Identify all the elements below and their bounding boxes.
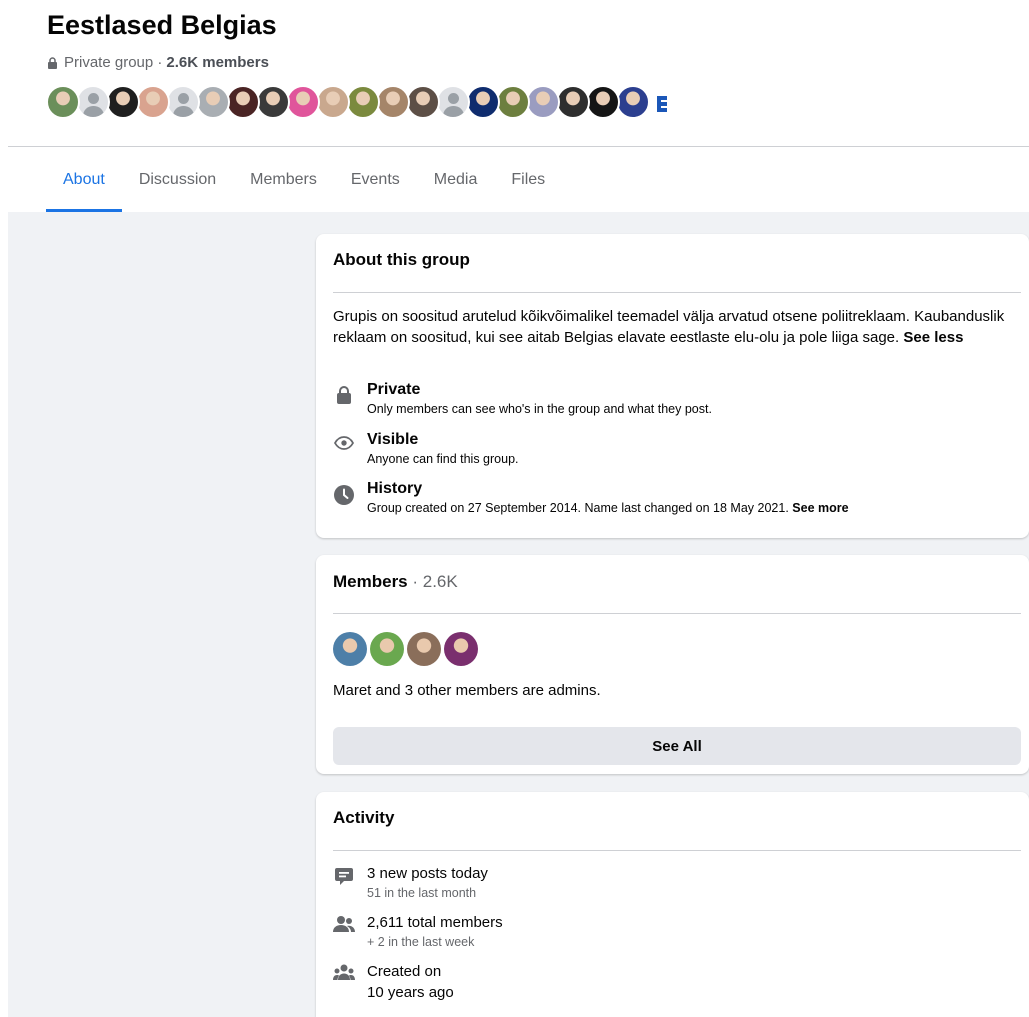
tab-events[interactable]: Events [334, 147, 417, 212]
group-description: Grupis on soositud arutelud kõikvõimalik… [333, 306, 1013, 348]
history-info: History Group created on 27 September 20… [333, 479, 849, 517]
default-avatar-icon[interactable] [76, 85, 110, 119]
admins-text: Maret and 3 other members are admins. [333, 682, 601, 699]
lock-icon [333, 386, 355, 408]
history-text: Group created on 27 September 2014. Name… [367, 501, 789, 515]
lock-icon [47, 56, 59, 69]
see-more-link[interactable]: See more [792, 501, 848, 515]
members-count: · 2.6K [412, 572, 458, 591]
member-avatar[interactable] [106, 85, 140, 119]
private-title: Private [367, 381, 421, 398]
member-avatar[interactable] [316, 85, 350, 119]
member-avatar[interactable] [466, 85, 500, 119]
activity-posts: 3 new posts today 51 in the last month [333, 863, 488, 902]
people-icon [333, 915, 355, 937]
activity-title: Activity [333, 808, 395, 827]
member-avatar[interactable] [406, 85, 440, 119]
member-avatar[interactable] [196, 85, 230, 119]
history-title: History [367, 480, 423, 497]
member-avatar[interactable] [526, 85, 560, 119]
tab-media[interactable]: Media [417, 147, 495, 212]
private-text: Only members can see who's in the group … [367, 402, 712, 416]
member-avatar[interactable] [616, 85, 650, 119]
member-avatar[interactable] [226, 85, 260, 119]
default-avatar-icon[interactable] [436, 85, 470, 119]
member-avatar[interactable] [586, 85, 620, 119]
admin-avatar[interactable] [333, 632, 367, 666]
members-card: Members · 2.6K Maret and 3 other members… [316, 555, 1029, 774]
about-title: About this group [333, 250, 470, 269]
group-tabs: About Discussion Members Events Media Files [46, 147, 562, 212]
history-text-line: Group created on 27 September 2014. Name… [367, 499, 849, 517]
member-avatars[interactable] [46, 85, 680, 119]
created-sub: 10 years ago [367, 984, 454, 1001]
members-total-title: 2,611 total members [367, 914, 503, 931]
members-total-sub: + 2 in the last week [367, 935, 475, 949]
admin-avatar[interactable] [407, 632, 441, 666]
eye-icon [333, 436, 355, 458]
admin-avatars [333, 632, 481, 666]
members-title-line: Members · 2.6K [333, 572, 458, 592]
admin-avatar[interactable] [444, 632, 478, 666]
members-title: Members [333, 572, 408, 591]
member-avatar[interactable] [136, 85, 170, 119]
logo-avatar[interactable] [646, 85, 680, 119]
group-header: Eestlased Belgias Private group · 2.6K m… [0, 0, 1029, 212]
activity-card: Activity 3 new posts today 51 in the las… [316, 792, 1029, 1017]
group-meta: Private group · 2.6K members [47, 54, 269, 71]
member-count-link[interactable]: 2.6K members [166, 54, 269, 71]
divider [333, 613, 1021, 614]
privacy-label: Private group · [64, 54, 163, 71]
tab-discussion[interactable]: Discussion [122, 147, 233, 212]
member-avatar[interactable] [256, 85, 290, 119]
member-avatar[interactable] [286, 85, 320, 119]
see-all-button[interactable]: See All [333, 727, 1021, 765]
member-avatar[interactable] [556, 85, 590, 119]
about-card: About this group Grupis on soositud arut… [316, 234, 1029, 538]
tab-about[interactable]: About [46, 147, 122, 212]
member-avatar[interactable] [346, 85, 380, 119]
see-less-link[interactable]: See less [903, 329, 963, 346]
admin-avatar[interactable] [370, 632, 404, 666]
visibility-info: Visible Anyone can find this group. [333, 430, 519, 468]
group-title[interactable]: Eestlased Belgias [47, 10, 277, 41]
group-icon [333, 964, 355, 986]
member-avatar[interactable] [496, 85, 530, 119]
member-avatar[interactable] [376, 85, 410, 119]
posts-sub: 51 in the last month [367, 886, 477, 900]
posts-title: 3 new posts today [367, 865, 488, 882]
clock-icon [333, 485, 355, 507]
default-avatar-icon[interactable] [166, 85, 200, 119]
privacy-info: Private Only members can see who's in th… [333, 380, 712, 418]
visible-text: Anyone can find this group. [367, 452, 519, 466]
tab-files[interactable]: Files [494, 147, 562, 212]
visible-title: Visible [367, 431, 419, 448]
tab-members[interactable]: Members [233, 147, 334, 212]
divider [333, 850, 1021, 851]
member-avatar[interactable] [46, 85, 80, 119]
created-title: Created on [367, 963, 442, 980]
activity-members: 2,611 total members + 2 in the last week [333, 912, 503, 951]
divider [333, 292, 1021, 293]
activity-created: Created on 10 years ago [333, 961, 454, 1003]
posts-icon [333, 866, 355, 888]
